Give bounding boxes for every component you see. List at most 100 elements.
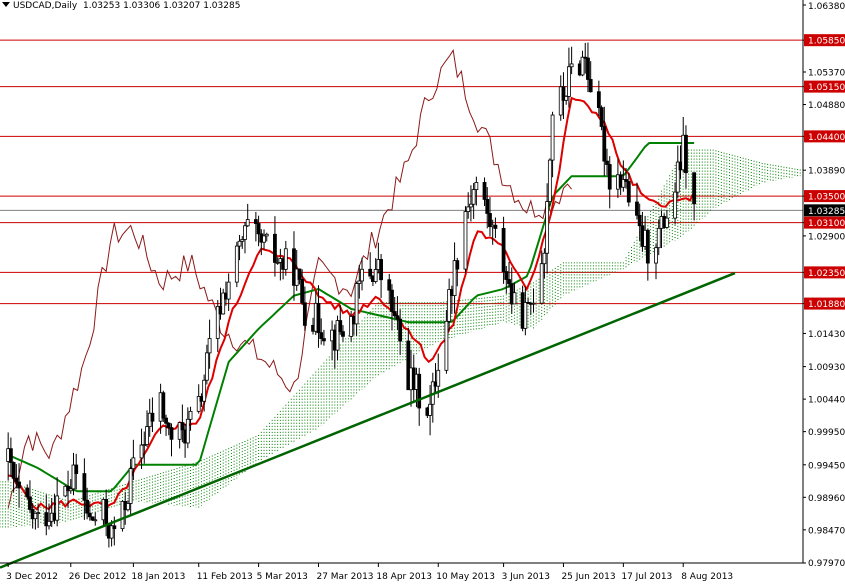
candle <box>11 461 16 493</box>
candle-body <box>93 519 98 522</box>
candle-body <box>485 199 490 214</box>
candle <box>44 494 49 536</box>
candle-body <box>602 126 607 162</box>
price-tick-label: 1.00440 <box>808 396 845 406</box>
candle-body <box>569 63 574 68</box>
candle-body <box>256 223 261 235</box>
candle-body <box>436 369 441 387</box>
candle <box>664 210 669 229</box>
candle <box>547 158 552 207</box>
candle-body <box>586 57 590 80</box>
candle-body <box>605 160 609 165</box>
candle-body <box>8 448 13 463</box>
candle-body <box>684 134 688 174</box>
candle-body <box>139 444 144 459</box>
candle-body <box>466 206 471 212</box>
candle-body <box>428 403 432 416</box>
candle-body <box>161 392 166 419</box>
price-tick-label: 0.99450 <box>808 461 845 471</box>
candle-body <box>599 107 604 127</box>
candle-body <box>523 302 528 329</box>
candle-body <box>664 217 669 228</box>
chikou-span-line <box>7 48 572 509</box>
price-tick-label: 1.01430 <box>808 330 845 340</box>
candle-body <box>204 352 209 381</box>
candle-body <box>360 268 364 282</box>
candle-body <box>180 422 185 431</box>
candle-body <box>507 279 511 285</box>
price-chart[interactable]: 1.06380 1.05850 1.05370 1.05150 1.04880 1.044… <box>0 0 845 587</box>
candle <box>292 231 296 301</box>
candle-body <box>390 289 394 312</box>
candle <box>379 253 383 299</box>
candle-body <box>28 496 32 510</box>
date-tick-label: 25 Jun 2013 <box>561 572 615 582</box>
date-tick-label: 18 Jan 2013 <box>131 572 185 582</box>
candle-body <box>316 302 321 334</box>
candle <box>509 267 514 314</box>
candle-body <box>245 219 250 227</box>
candle-body <box>166 422 171 428</box>
candle-body <box>188 410 193 420</box>
candle <box>55 477 60 527</box>
candle <box>580 50 585 77</box>
price-tick-label: 1.04880 <box>808 101 845 111</box>
candle-body <box>588 79 593 93</box>
candle-body <box>237 240 242 247</box>
candle-body <box>488 213 492 228</box>
candle-body <box>463 211 468 270</box>
candle-body <box>262 235 266 243</box>
candle-body <box>596 91 601 108</box>
candle-body <box>469 203 473 208</box>
candle <box>531 288 536 313</box>
candle-body <box>547 159 552 202</box>
candle-body <box>11 462 16 479</box>
candle-body <box>169 427 174 440</box>
candle-body <box>33 512 38 520</box>
price-tick-label: 1.03890 <box>808 167 845 177</box>
indicator-lines <box>7 48 695 511</box>
candle-body <box>283 248 288 270</box>
candle-body <box>164 417 168 424</box>
candle-body <box>392 311 397 317</box>
candle-body <box>17 481 21 489</box>
candle <box>28 480 32 513</box>
date-tick-label: 18 Apr 2013 <box>376 572 432 582</box>
candle-body <box>55 495 60 521</box>
candle <box>243 222 247 254</box>
date-tick-label: 5 Mar 2013 <box>257 572 308 582</box>
candle <box>692 172 697 221</box>
candle <box>273 216 277 277</box>
candle-body <box>471 189 476 205</box>
candle-body <box>637 214 642 227</box>
candle-body <box>564 95 569 101</box>
candle-body <box>226 281 231 300</box>
price-tick-label: 1.06380 <box>808 2 845 12</box>
candle <box>245 203 250 228</box>
price-tick-label: 1.02900 <box>808 232 845 242</box>
candle <box>33 512 38 530</box>
candle <box>417 367 422 426</box>
candle <box>221 288 226 315</box>
candle <box>234 241 239 288</box>
price-tick-label: 0.98470 <box>808 526 845 536</box>
date-tick-label: 17 Jul 2013 <box>621 572 672 582</box>
candle-body <box>501 227 506 272</box>
date-tick-label: 3 Jun 2013 <box>502 572 550 582</box>
candle-body <box>656 227 661 249</box>
candle <box>654 244 658 280</box>
candle-body <box>207 338 212 354</box>
support-trendline <box>0 271 736 569</box>
candle-body <box>512 292 517 305</box>
level-price-label: 1.03500 <box>808 193 845 203</box>
price-tick-label: 0.99950 <box>808 428 845 438</box>
price-tick-label: 1.05370 <box>808 69 845 79</box>
candle-body <box>264 233 269 237</box>
candle <box>526 297 530 304</box>
candle-body <box>104 498 109 526</box>
candle-body <box>185 418 190 444</box>
candle <box>390 284 394 331</box>
candle-body <box>417 373 422 409</box>
date-tick-label: 26 Dec 2012 <box>69 572 127 582</box>
candle-body <box>539 263 544 304</box>
